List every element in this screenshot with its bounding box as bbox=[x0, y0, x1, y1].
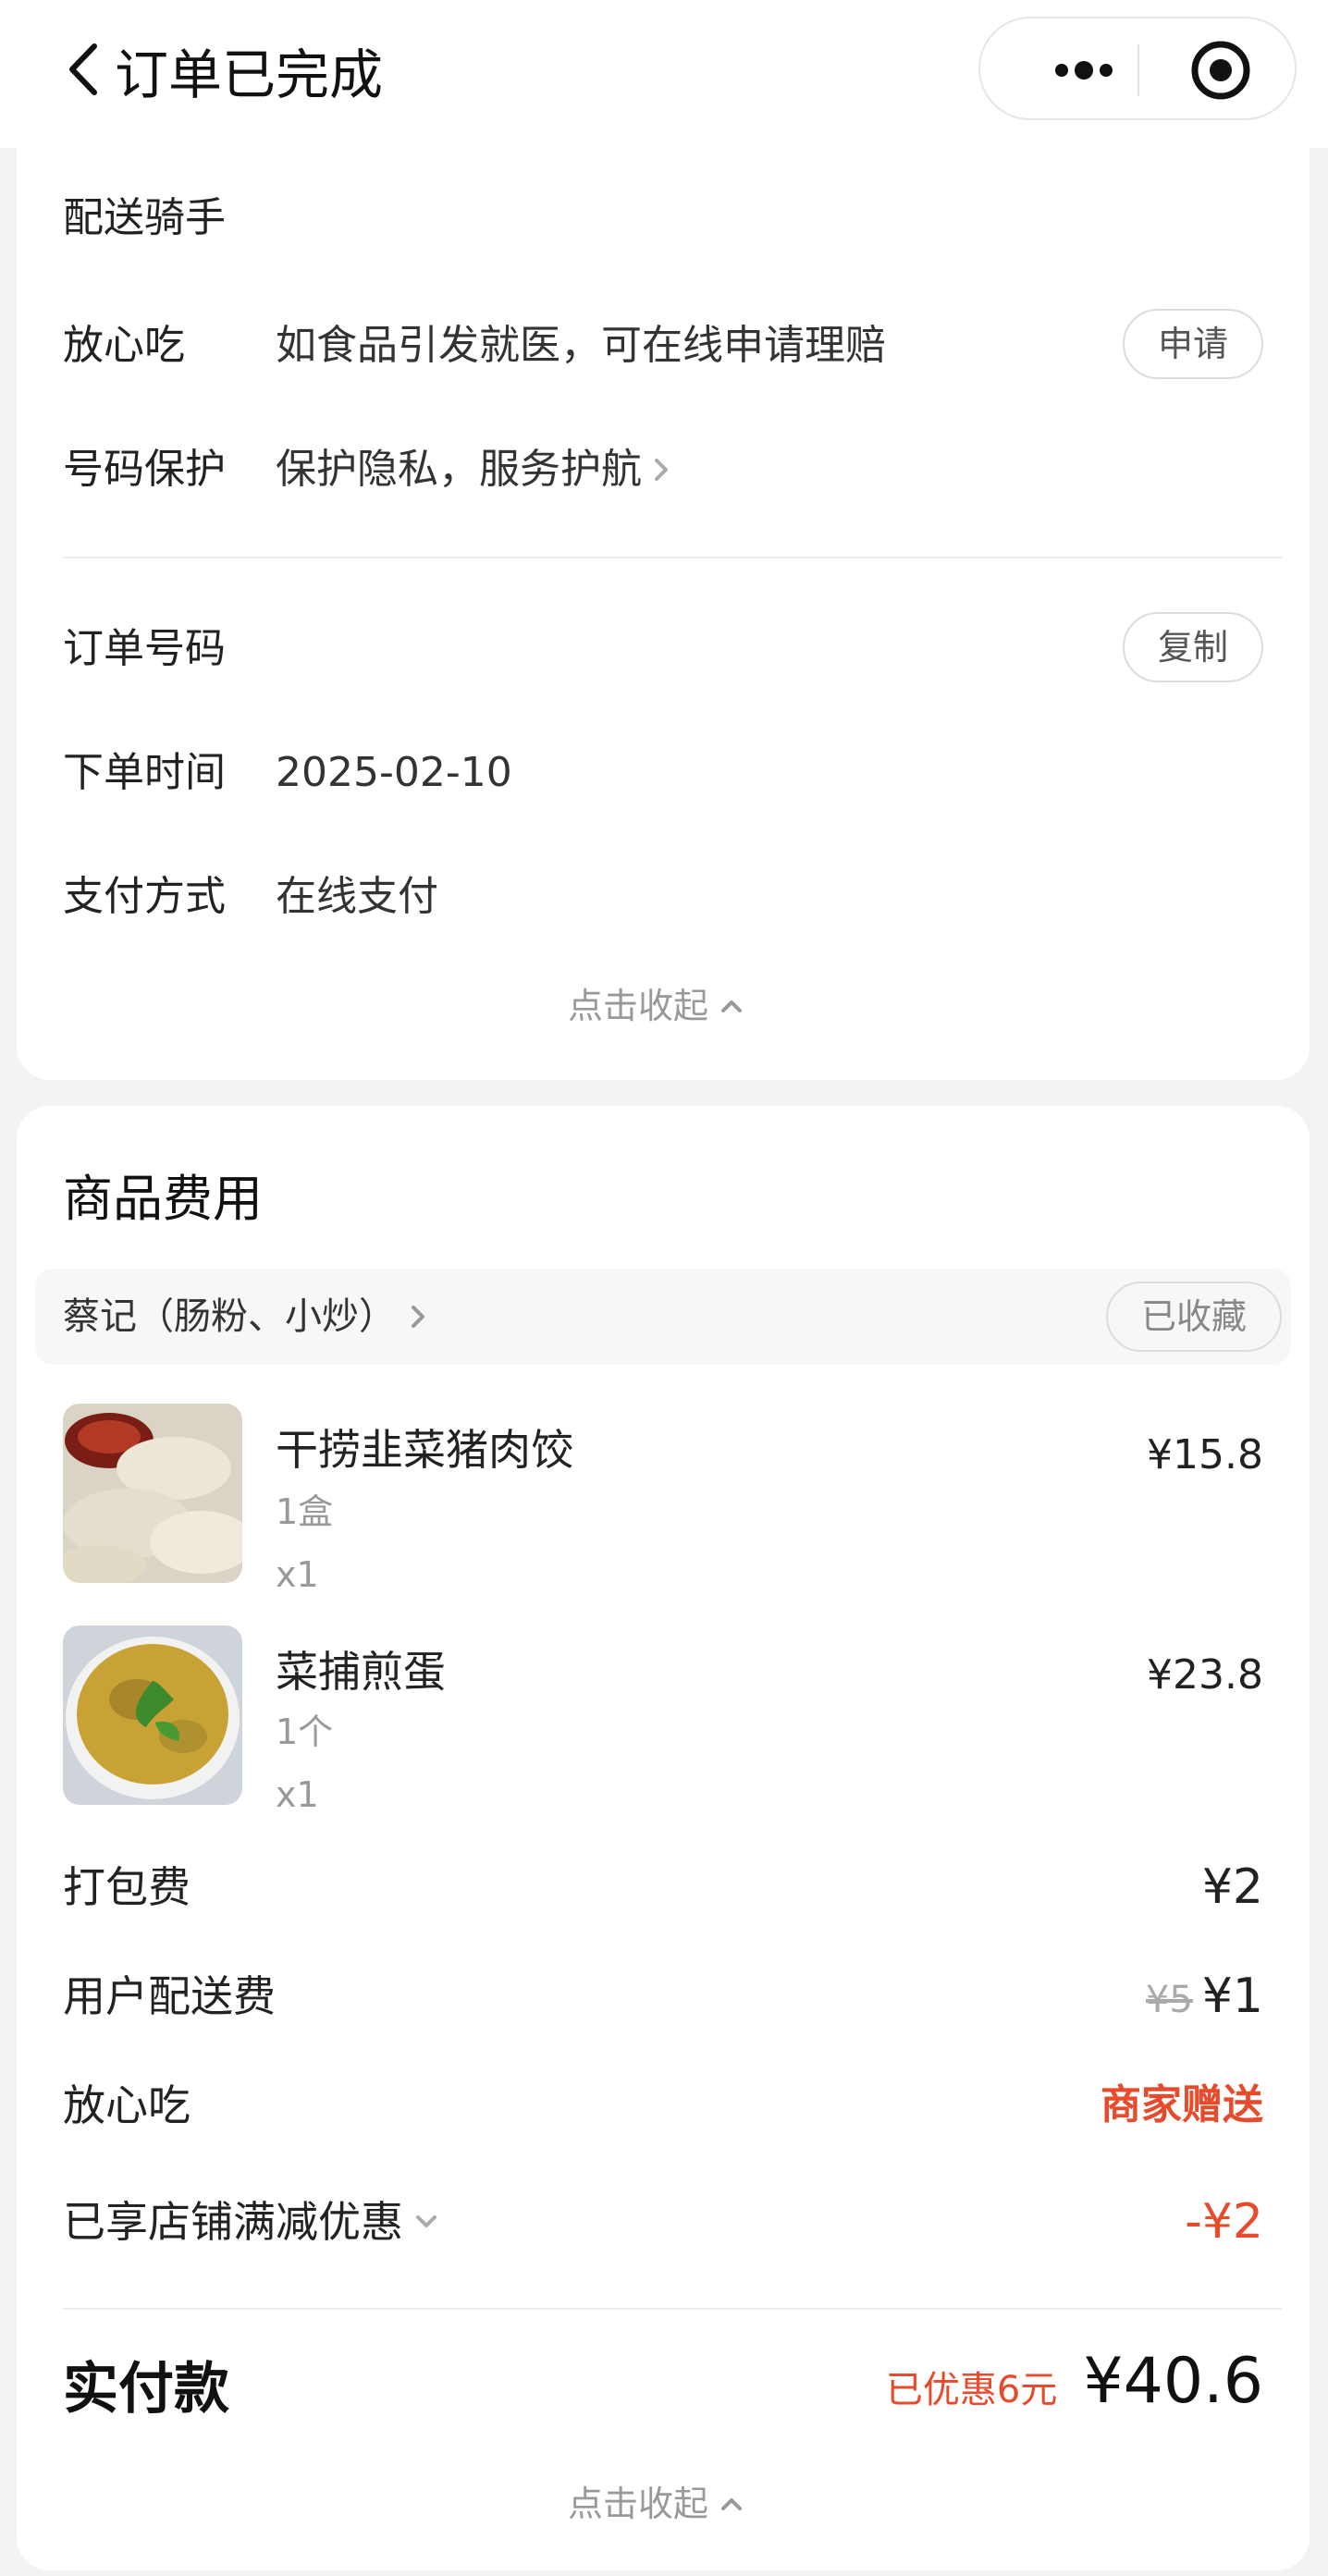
copy-button[interactable]: 复制 bbox=[1123, 612, 1263, 682]
safe-eat-label: 放心吃 bbox=[63, 322, 185, 369]
item-image-omelette[interactable] bbox=[63, 1625, 242, 1805]
item-qty: x1 bbox=[276, 1774, 319, 1815]
discount-label: 已享店铺满减优惠 bbox=[63, 2197, 403, 2247]
chevron-up-icon bbox=[721, 1000, 743, 1012]
chevron-down-icon bbox=[416, 2215, 437, 2227]
number-protect-value: 保护隐私，服务护航 bbox=[276, 446, 642, 493]
shop-name: 蔡记（肠粉、小炒） bbox=[63, 1295, 396, 1338]
packing-fee-label: 打包费 bbox=[63, 1862, 191, 1912]
divider bbox=[63, 557, 1282, 558]
packing-fee-value: ¥2 bbox=[1201, 1859, 1263, 1915]
item-spec: 1个 bbox=[276, 1711, 334, 1752]
pay-method-value: 在线支付 bbox=[276, 873, 438, 920]
more-button[interactable] bbox=[1028, 44, 1139, 96]
total-amount: ¥40.6 bbox=[1083, 2345, 1263, 2418]
item-spec: 1盒 bbox=[276, 1491, 334, 1532]
order-time-value: 2025-02-10 bbox=[276, 749, 512, 796]
order-no-label: 订单号码 bbox=[63, 625, 226, 672]
collapse-toggle[interactable]: 点击收起 bbox=[568, 982, 744, 1030]
total-summary: 已优惠6元 ¥40.6 bbox=[886, 2345, 1263, 2418]
more-dots-icon bbox=[1055, 61, 1113, 80]
delivery-fee: ¥5 ¥1 bbox=[1146, 1968, 1263, 2029]
capsule-divider bbox=[1137, 44, 1139, 96]
target-icon bbox=[1191, 41, 1250, 100]
collapse-toggle[interactable]: 点击收起 bbox=[568, 2480, 744, 2528]
order-info-card: 配送骑手 放心吃 如食品引发就医，可在线申请理赔 申请 号码保护 保护隐私，服务… bbox=[17, 111, 1310, 1080]
shop-bar[interactable]: 蔡记（肠粉、小炒） 已收藏 bbox=[35, 1269, 1291, 1365]
apply-button[interactable]: 申请 bbox=[1123, 309, 1263, 379]
back-button[interactable] bbox=[61, 37, 107, 102]
navigation-bar: 订单已完成 bbox=[0, 0, 1328, 148]
rider-label: 配送骑手 bbox=[63, 194, 226, 241]
total-discount-note: 已优惠6元 bbox=[885, 2369, 1058, 2411]
item-image-dumplings[interactable] bbox=[63, 1404, 242, 1583]
item-name: 干捞韭菜猪肉饺 bbox=[276, 1425, 573, 1475]
item-qty: x1 bbox=[276, 1554, 319, 1595]
chevron-right-icon bbox=[412, 1306, 424, 1328]
close-button[interactable] bbox=[1189, 39, 1252, 102]
safe-eat-fee-value: 商家赠送 bbox=[1101, 2081, 1263, 2128]
safe-eat-fee-label: 放心吃 bbox=[63, 2080, 191, 2130]
number-protect-link[interactable]: 保护隐私，服务护航 bbox=[276, 442, 673, 497]
delivery-fee-value: ¥1 bbox=[1201, 1969, 1263, 2024]
item-price: ¥23.8 bbox=[1147, 1651, 1263, 1699]
number-protect-label: 号码保护 bbox=[63, 446, 226, 493]
delivery-fee-original: ¥5 bbox=[1145, 1979, 1193, 2021]
item-price: ¥15.8 bbox=[1147, 1431, 1263, 1478]
chevron-up-icon bbox=[721, 2498, 743, 2510]
divider bbox=[63, 2308, 1282, 2310]
safe-eat-value: 如食品引发就医，可在线申请理赔 bbox=[276, 322, 886, 369]
chevron-right-icon bbox=[655, 459, 668, 481]
delivery-fee-label: 用户配送费 bbox=[63, 1971, 276, 2021]
section-title: 商品费用 bbox=[63, 1170, 263, 1228]
discount-value: -¥2 bbox=[1185, 2194, 1263, 2250]
order-time-label: 下单时间 bbox=[63, 749, 226, 796]
total-label: 实付款 bbox=[63, 2357, 229, 2422]
collapse-label: 点击收起 bbox=[568, 986, 709, 1026]
favorite-button[interactable]: 已收藏 bbox=[1106, 1282, 1282, 1352]
fees-card: 商品费用 蔡记（肠粉、小炒） 已收藏 干捞韭菜猪肉饺 1盒 x1 ¥15.8 菜… bbox=[17, 1106, 1310, 2570]
chevron-left-icon bbox=[69, 43, 97, 95]
discount-toggle[interactable]: 已享店铺满减优惠 bbox=[63, 2193, 440, 2251]
mini-program-capsule bbox=[978, 17, 1297, 120]
shop-link[interactable]: 蔡记（肠粉、小炒） bbox=[63, 1289, 429, 1344]
pay-method-label: 支付方式 bbox=[63, 873, 226, 920]
page-title: 订单已完成 bbox=[115, 43, 384, 106]
item-name: 菜捕煎蛋 bbox=[276, 1647, 446, 1697]
collapse-label: 点击收起 bbox=[568, 2484, 709, 2524]
